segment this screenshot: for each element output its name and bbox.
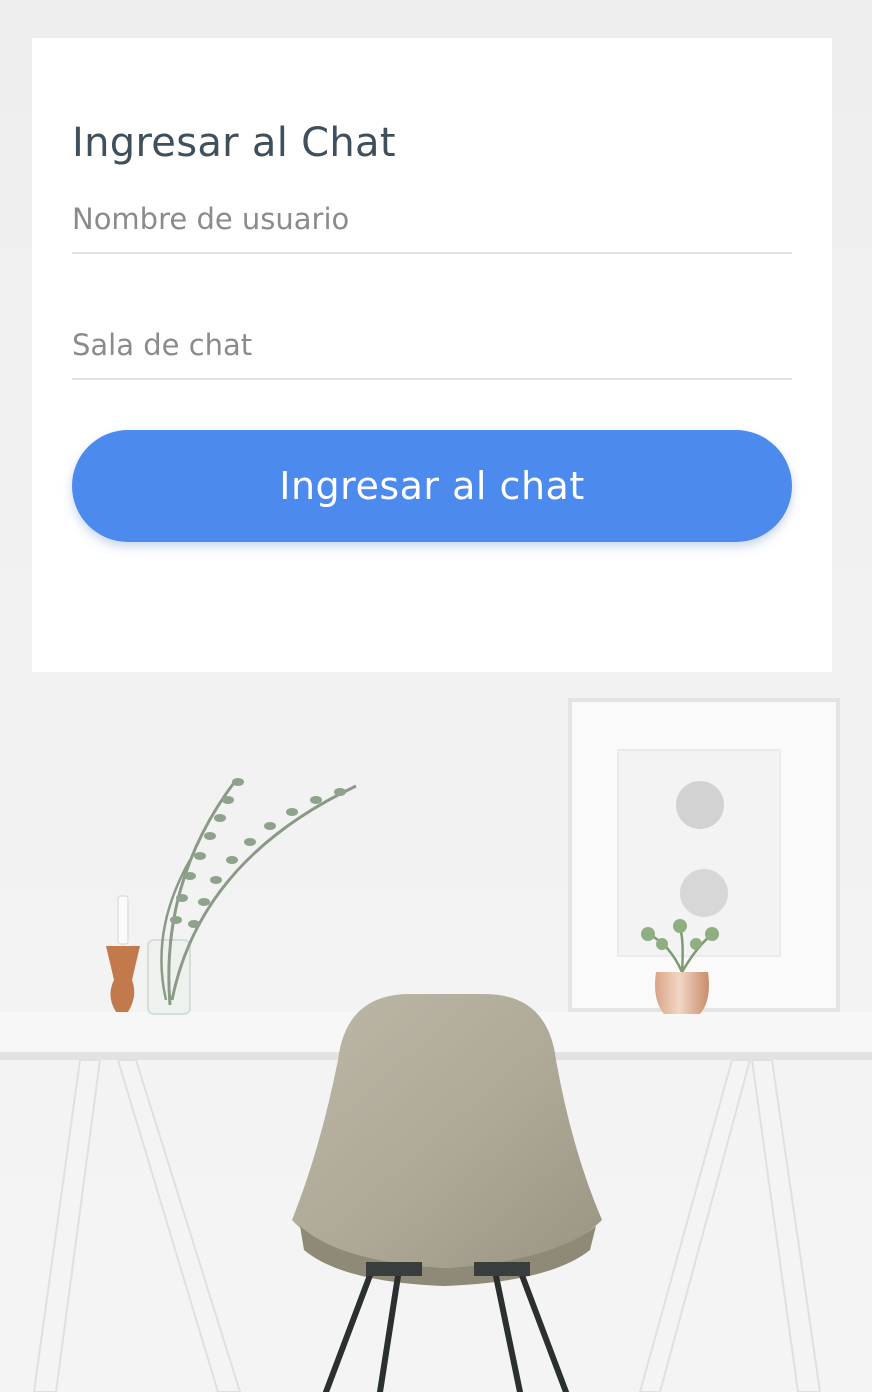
login-card: Ingresar al Chat Ingresar al chat (32, 38, 832, 672)
login-title: Ingresar al Chat (72, 120, 396, 166)
username-input[interactable] (72, 186, 792, 254)
chat-room-input[interactable] (72, 312, 792, 380)
join-chat-button[interactable]: Ingresar al chat (72, 430, 792, 542)
wall-frame-image (568, 698, 840, 1012)
